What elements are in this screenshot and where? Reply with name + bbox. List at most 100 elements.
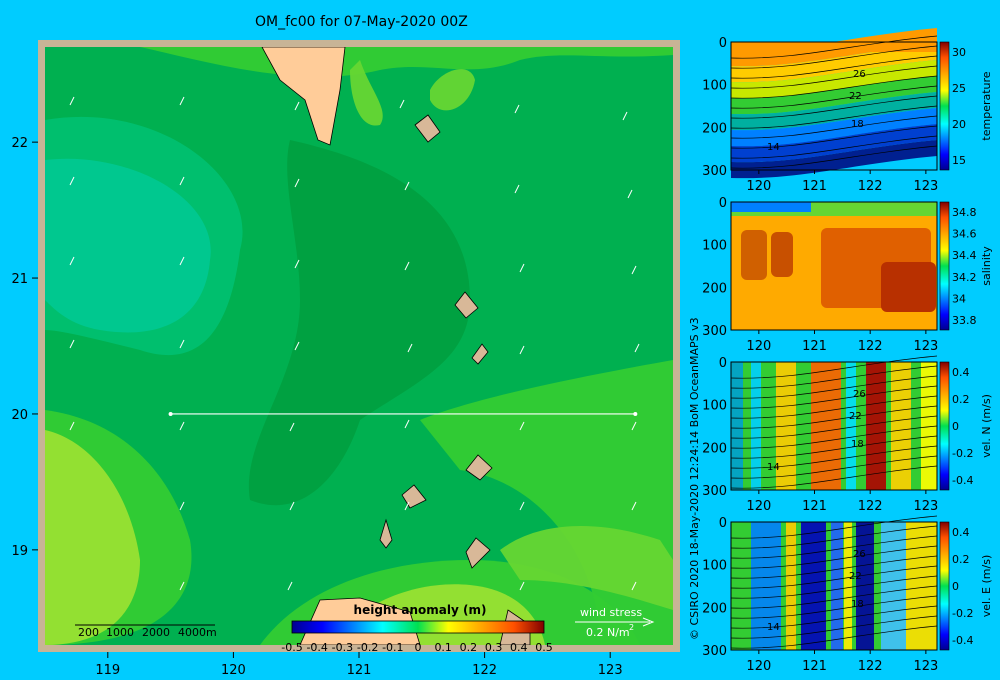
section-ytick-label: 300 [702,484,727,499]
contour-label: 18 [851,119,864,130]
map-ytick-label: 21 [11,272,28,287]
sal-cell [881,262,936,312]
section-xtick-label: 120 [746,339,771,354]
credit-text: © CSIRO 2020 18-May-2020 12:24:14 BoM Oc… [688,317,701,640]
section-colorbar-tick: 0 [952,420,959,433]
colorbar-tick: 0.5 [535,641,553,654]
section-colorbar-tick: 34.6 [952,228,977,241]
section-start [168,411,173,416]
section-colorbar-tick: 0.4 [952,366,970,379]
section-colorbar-label: vel. E (m/s) [980,555,993,618]
contour-label: 22 [849,571,862,582]
section-xtick-label: 122 [858,659,883,674]
section-colorbar-tick: 0.2 [952,393,970,406]
section-ytick-label: 200 [702,441,727,456]
section-xtick-label: 121 [802,179,827,194]
section-ytick-label: 100 [702,79,727,94]
section-colorbar-tick: -0.4 [952,634,973,647]
section-xtick-label: 120 [746,179,771,194]
colorbar-tick: -0.4 [306,641,327,654]
vel-stripe [846,362,856,490]
section-ytick-label: 0 [719,356,727,371]
contour-label: 18 [851,599,864,610]
sal-cell [741,230,767,280]
section-ytick-label: 300 [702,644,727,659]
section-xtick-label: 123 [913,179,938,194]
map-ytick-label: 19 [11,544,28,559]
section-colorbar-tick: 34.8 [952,206,977,219]
section-colorbar [939,521,950,651]
section-colorbar-tick: 34.2 [952,271,977,284]
colorbar-tick: -0.3 [332,641,353,654]
contour-label: 26 [853,549,866,560]
section-ytick-label: 200 [702,601,727,616]
wind-stress-label: wind stress [580,606,642,619]
section-ytick-label: 300 [702,324,727,339]
map-xtick-label: 121 [347,663,372,678]
colorbar-tick: -0.2 [357,641,378,654]
scale-bar-label: 4000m [178,626,217,639]
section-ytick-label: 300 [702,164,727,179]
section-colorbar [939,201,950,331]
scale-bar-label: 2000 [142,626,170,639]
section-xtick-label: 123 [913,499,938,514]
section-xtick-label: 120 [746,659,771,674]
contour-label: 26 [853,389,866,400]
section-xtick-label: 121 [802,499,827,514]
map-xtick-label: 122 [472,663,497,678]
colorbar-tick: 0.2 [460,641,478,654]
section-colorbar-tick: 0.4 [952,526,970,539]
section-ytick-label: 100 [702,399,727,414]
colorbar-tick: -0.5 [281,641,302,654]
contour-label: 22 [849,411,862,422]
colorbar-tick: 0.4 [510,641,528,654]
section-colorbar-tick: -0.4 [952,474,973,487]
contour-label: 14 [767,142,780,153]
section-colorbar-tick: 30 [952,46,966,59]
section-ytick-label: 100 [702,559,727,574]
section-xtick-label: 121 [802,659,827,674]
section-colorbar [939,361,950,491]
contour-label: 22 [849,91,862,102]
colorbar-tick: -0.1 [382,641,403,654]
section-panel-sal: 0 100 200 300 120 121 122 123 34.8 34.6 34.4 34.2 34… [702,196,993,354]
vel-stripe [866,362,886,490]
section-panel-veln: 26 22 18 14 0 100 200 300 120 121 122 123 0.4 0.2 0 -0.… [702,355,993,514]
section-ytick-label: 0 [719,516,727,531]
colorbar-tick: 0 [415,641,422,654]
scale-bar-label: 200 [78,626,99,639]
section-colorbar-tick: -0.2 [952,447,973,460]
section-colorbar-tick: 0 [952,580,959,593]
section-colorbar-tick: 34 [952,292,966,305]
colorbar-tick: 0.3 [485,641,503,654]
colorbar-tick: 0.1 [434,641,452,654]
section-end [633,411,638,416]
vel-stripe [906,522,937,650]
wind-stress-value: 0.2 N/m [586,626,630,639]
section-ytick-label: 200 [702,121,727,136]
section-colorbar [939,41,950,171]
sal-cell [771,232,793,277]
section-colorbar-tick: 34.4 [952,249,977,262]
map-xtick-label: 119 [95,663,120,678]
section-colorbar-tick: 0.2 [952,553,970,566]
section-xtick-label: 122 [858,499,883,514]
section-panel-vele: 26 22 18 14 0 100 200 300 120 121 122 123 0.4 0.2 0 -0.… [702,515,993,674]
section-colorbar-tick: 25 [952,82,966,95]
section-xtick-label: 121 [802,339,827,354]
vel-stripe [751,362,761,490]
sal-fresh [731,202,811,212]
section-xtick-label: 123 [913,659,938,674]
section-ytick-label: 200 [702,281,727,296]
temp-band [731,42,937,52]
map-xtick-label: 123 [598,663,623,678]
section-ytick-label: 0 [719,196,727,211]
map-xtick-label: 120 [221,663,246,678]
section-colorbar-label: temperature [980,71,993,140]
contour-label: 14 [767,462,780,473]
vel-stripe [731,522,751,650]
section-xtick-label: 123 [913,339,938,354]
vel-stripe [731,362,743,490]
section-colorbar-label: salinity [980,246,993,286]
section-ytick-label: 100 [702,239,727,254]
